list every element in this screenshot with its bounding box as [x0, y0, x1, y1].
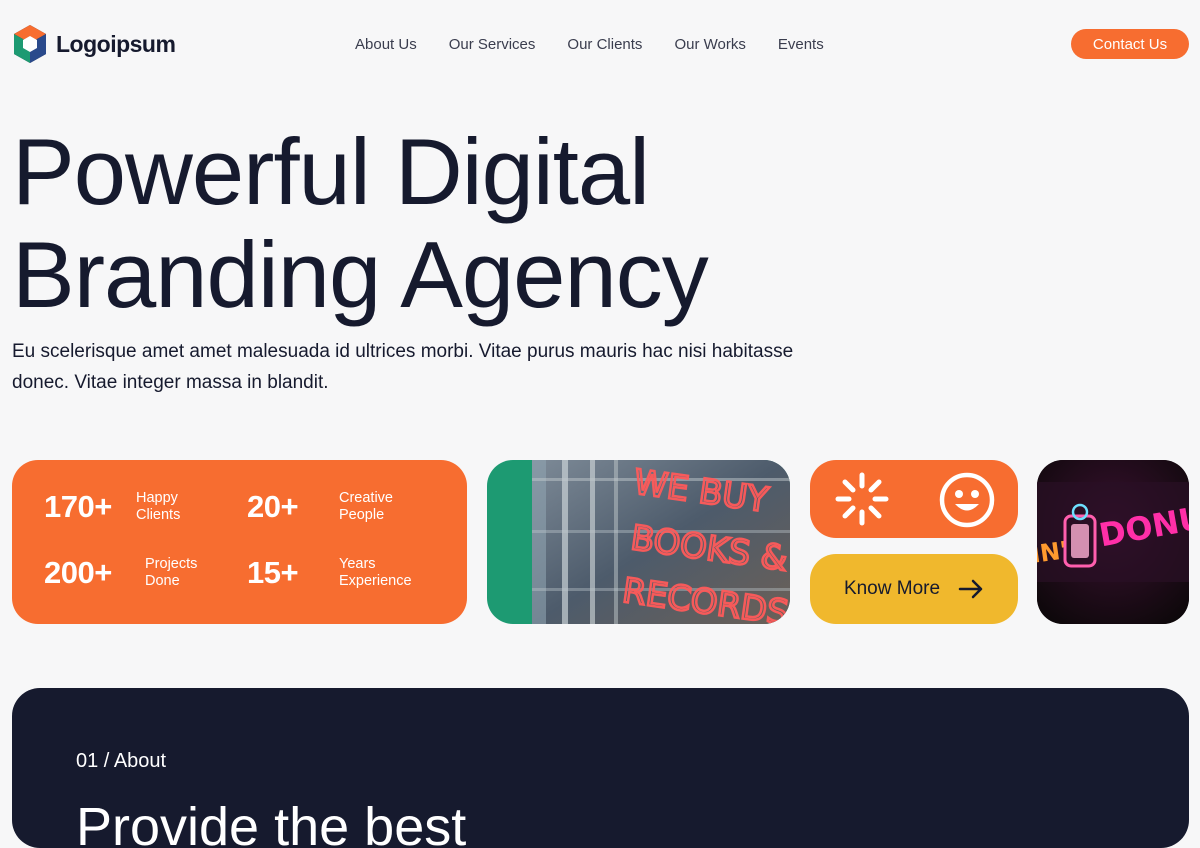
- stat-label: Happy Clients: [136, 490, 181, 523]
- hero-title-line-1: Powerful Digital: [12, 119, 650, 224]
- stat-creative-people: 20+ Creative People: [247, 489, 419, 525]
- nav-item-events[interactable]: Events: [778, 36, 824, 53]
- brand-name: Logoipsum: [56, 30, 176, 57]
- logo-hexagon-icon: [14, 25, 46, 63]
- stat-label: Projects Done: [145, 556, 198, 589]
- stat-label: Years Experience: [339, 556, 412, 589]
- about-section: 01 / About Provide the best: [12, 688, 1189, 848]
- main-nav: About Us Our Services Our Clients Our Wo…: [355, 36, 824, 53]
- contact-us-button[interactable]: Contact Us: [1071, 29, 1189, 59]
- stat-value: 200+: [44, 555, 112, 590]
- stats-card: 170+ Happy Clients 20+ Creative People 2…: [12, 460, 467, 624]
- neon-sign-photo-card: WE BUY BOOKS & RECORDS: [487, 460, 790, 624]
- icon-card: [810, 460, 1018, 538]
- loading-spinner-icon: [835, 472, 889, 526]
- arrow-right-icon: [958, 579, 983, 599]
- stat-value: 20+: [247, 489, 299, 524]
- nav-item-our-works[interactable]: Our Works: [674, 36, 745, 53]
- stat-value: 15+: [247, 555, 299, 590]
- nav-item-our-clients[interactable]: Our Clients: [567, 36, 642, 53]
- hero-title-line-2: Branding Agency: [12, 222, 709, 327]
- neon-sign-photo: WE BUY BOOKS & RECORDS: [532, 460, 790, 624]
- nav-item-our-services[interactable]: Our Services: [449, 36, 536, 53]
- brand-logo[interactable]: Logoipsum: [12, 24, 176, 64]
- nav-item-about-us[interactable]: About Us: [355, 36, 417, 53]
- smiley-face-icon: [939, 472, 995, 528]
- hero-description: Eu scelerisque amet amet malesuada id ul…: [12, 341, 794, 393]
- stat-label: Creative People: [339, 490, 393, 523]
- know-more-label: Know More: [843, 578, 941, 599]
- about-heading: Provide the best: [76, 797, 467, 848]
- donut-sign-photo-card: IN' DONUT: [1037, 460, 1189, 624]
- donut-sign-illustration: IN' DONUT: [1037, 460, 1189, 624]
- about-section-label: 01 / About: [76, 750, 167, 772]
- neon-sign-illustration: WE BUY BOOKS & RECORDS: [532, 460, 790, 624]
- stat-projects-done: 200+ Projects Done: [44, 555, 225, 591]
- stat-happy-clients: 170+ Happy Clients: [44, 489, 216, 525]
- know-more-button[interactable]: Know More: [810, 554, 1018, 624]
- stat-years-experience: 15+ Years Experience: [247, 555, 439, 591]
- stat-value: 170+: [44, 489, 112, 524]
- hero-title: Powerful Digital Branding Agency: [12, 119, 709, 327]
